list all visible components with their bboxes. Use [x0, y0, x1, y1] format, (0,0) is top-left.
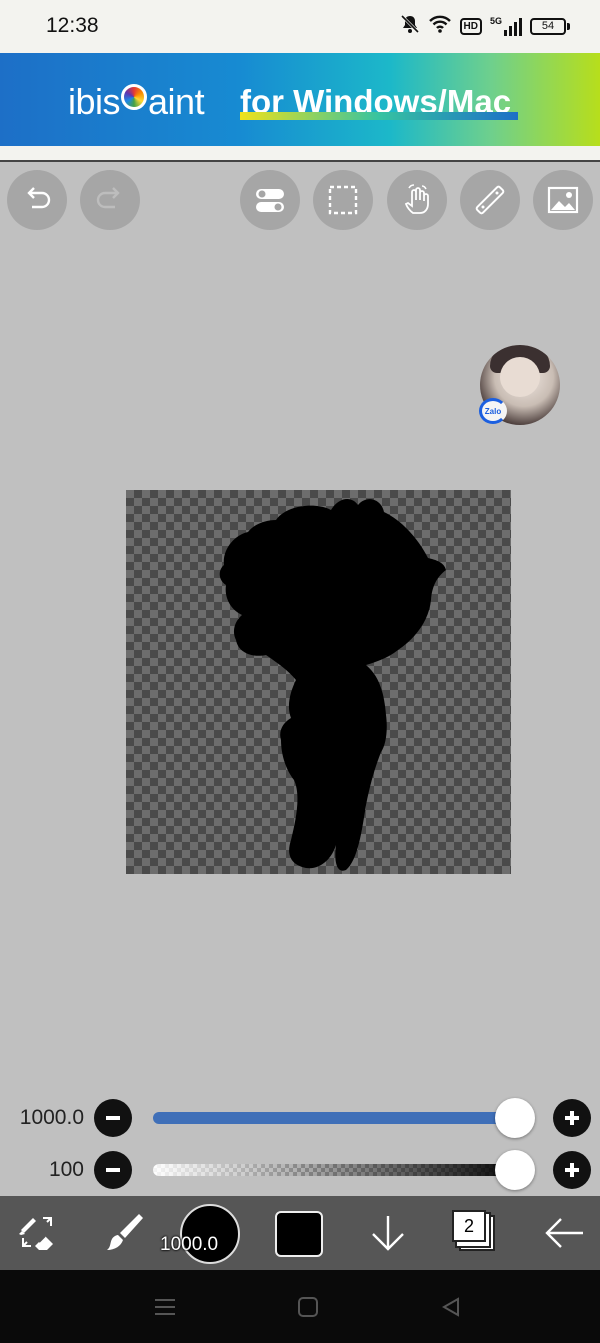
- brush-eraser-switch-icon: [19, 1217, 53, 1250]
- ruler-button[interactable]: [460, 170, 520, 230]
- minus-icon: [106, 1168, 120, 1172]
- selection-icon: [328, 185, 358, 215]
- battery-icon: 54: [530, 17, 570, 35]
- plus-icon: [565, 1163, 579, 1177]
- hand-gesture-button[interactable]: [387, 170, 447, 230]
- opacity-decrease-button[interactable]: [94, 1151, 132, 1189]
- home-button[interactable]: [293, 1292, 323, 1322]
- color-picker-button[interactable]: [275, 1211, 323, 1257]
- layer-count: 2: [452, 1210, 486, 1242]
- brush-tool-button[interactable]: [96, 1196, 152, 1270]
- download-button[interactable]: [360, 1196, 416, 1270]
- status-time: 12:38: [46, 14, 99, 37]
- brush-size-increase-button[interactable]: [553, 1099, 591, 1137]
- plus-icon: [565, 1111, 579, 1125]
- mute-bell-icon: [400, 14, 420, 38]
- arrow-down-icon: [372, 1216, 404, 1251]
- status-icons: HD 5G 54: [400, 14, 570, 38]
- brush-size-thumb[interactable]: [495, 1098, 535, 1138]
- opacity-value: 100: [48, 1158, 84, 1181]
- brush-size-decrease-button[interactable]: [94, 1099, 132, 1137]
- settings-toggle-icon: [256, 189, 284, 212]
- tool-switch-button[interactable]: [10, 1196, 66, 1270]
- network-type: 5G: [489, 16, 502, 26]
- brush-size-preview-label: 1000.0: [160, 1234, 219, 1255]
- image-icon: [547, 186, 579, 214]
- brush-size-slider-row: 1000.0: [0, 1096, 600, 1140]
- hand-gesture-icon: [404, 184, 429, 214]
- opacity-slider[interactable]: [153, 1164, 525, 1176]
- arrow-left-icon: [545, 1218, 583, 1248]
- logo-prefix: ibis: [68, 81, 121, 122]
- opacity-thumb[interactable]: [495, 1150, 535, 1190]
- ibispaint-logo: ibis aint: [68, 81, 205, 123]
- back-button[interactable]: [536, 1196, 592, 1270]
- settings-toggle-button[interactable]: [240, 170, 300, 230]
- wifi-icon: [428, 14, 452, 38]
- banner-underline: [240, 112, 518, 120]
- redo-icon: [96, 187, 120, 209]
- character-silhouette: [219, 498, 446, 871]
- opacity-slider-row: 100: [0, 1148, 600, 1192]
- hd-badge: HD: [459, 17, 482, 35]
- minus-icon: [106, 1116, 120, 1120]
- brush-size-slider[interactable]: [153, 1112, 525, 1124]
- reference-image-button[interactable]: [533, 170, 593, 230]
- drawing-canvas[interactable]: [126, 490, 511, 874]
- banner-divider: [0, 146, 600, 162]
- brush-size-value: 1000.0: [19, 1106, 84, 1129]
- status-bar: 12:38 HD 5G 54: [0, 0, 600, 53]
- battery-level: 54: [530, 17, 566, 35]
- signal-icon: 5G: [490, 16, 522, 36]
- bottom-toolbar: 1000.0 2: [0, 1196, 600, 1270]
- undo-icon: [27, 187, 51, 209]
- back-triangle-icon: [441, 1297, 459, 1317]
- ruler-icon: [475, 185, 505, 215]
- home-square-icon: [298, 1297, 318, 1317]
- undo-button[interactable]: [7, 170, 67, 230]
- system-nav-bar: [0, 1270, 600, 1343]
- redo-button[interactable]: [80, 170, 140, 230]
- logo-suffix: aint: [148, 81, 205, 122]
- zalo-badge: Zalo: [479, 398, 507, 424]
- system-back-button[interactable]: [436, 1292, 466, 1322]
- opacity-increase-button[interactable]: [553, 1151, 591, 1189]
- selection-button[interactable]: [313, 170, 373, 230]
- menu-lines-icon: [155, 1299, 175, 1315]
- recent-apps-button[interactable]: [150, 1292, 180, 1322]
- promo-banner[interactable]: ibis aint for Windows/Mac: [0, 53, 600, 146]
- color-wheel-icon: [121, 84, 148, 110]
- brush-icon: [107, 1214, 143, 1250]
- layers-button[interactable]: 2: [450, 1206, 500, 1262]
